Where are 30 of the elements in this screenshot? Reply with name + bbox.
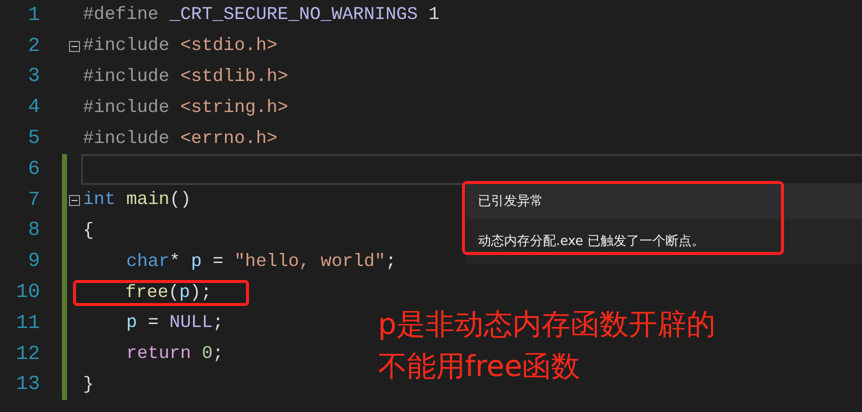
popup-title: 已引发异常 <box>466 183 862 219</box>
collapse-icon[interactable] <box>69 194 80 206</box>
line-number: 7 <box>26 188 40 212</box>
line-number: 12 <box>14 342 40 366</box>
code-line: #include <stdio.h> <box>82 35 278 58</box>
line-number: 11 <box>14 312 40 335</box>
line-number: 9 <box>26 250 40 274</box>
line-number: 6 <box>26 158 40 181</box>
annotation-text: 不能用free函数 <box>378 348 582 385</box>
code-line: char* p = "hello, world"; <box>125 250 398 273</box>
code-line: { <box>82 220 95 242</box>
line-number: 10 <box>14 281 40 304</box>
code-line: #include <string.h> <box>82 96 290 119</box>
annotation-text: p是非动态内存函数开辟的 <box>378 306 716 343</box>
line-number: 5 <box>26 127 40 150</box>
collapse-icon[interactable] <box>69 40 80 52</box>
line-number: 8 <box>26 219 40 242</box>
code-line: int main() <box>82 189 192 212</box>
code-line: p = NULL; <box>125 312 224 334</box>
line-number: 4 <box>26 96 40 120</box>
code-line: #include <errno.h> <box>82 128 278 150</box>
line-number: 2 <box>26 34 40 58</box>
code-line: #define _CRT_SECURE_NO_WARNINGS 1 <box>82 4 440 26</box>
code-line: return 0; <box>125 343 224 366</box>
popup-message: 动态内存分配.exe 已触发了一个断点。 <box>477 233 706 251</box>
code-line: #include <stdlib.h> <box>82 66 290 88</box>
line-number: 3 <box>26 65 40 88</box>
line-number: 1 <box>26 4 40 27</box>
line-number: 13 <box>14 373 40 396</box>
code-line: } <box>82 374 95 396</box>
